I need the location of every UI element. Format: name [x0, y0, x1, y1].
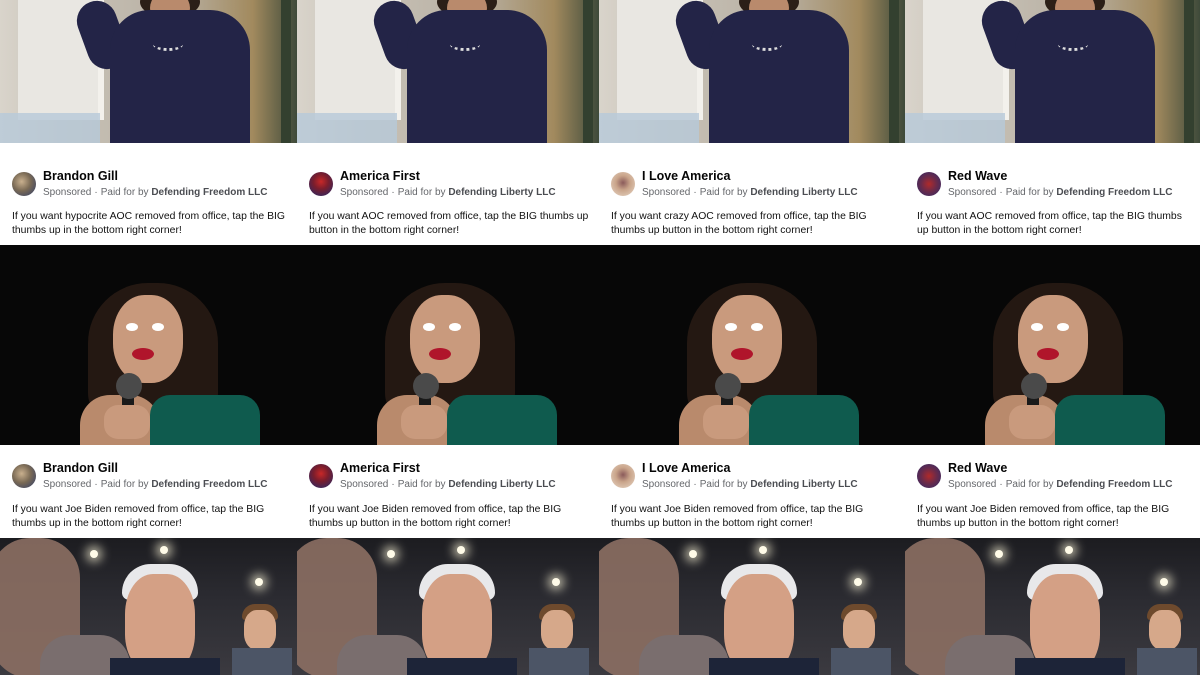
page-name[interactable]: Red Wave: [948, 460, 1172, 476]
sponsored-label: Sponsored: [340, 479, 389, 490]
sponsored-line: Sponsored · Paid for by Defending Freedom …: [948, 187, 1173, 198]
sponsored-line: Sponsored · Paid for by Defending Liberty …: [340, 187, 556, 198]
sponsored-label: Sponsored: [642, 479, 691, 490]
sponsored-label: Sponsored: [948, 187, 997, 198]
page-avatar[interactable]: [917, 172, 941, 196]
page-avatar[interactable]: [917, 464, 941, 488]
page-avatar[interactable]: [611, 172, 635, 196]
paid-for-label: Paid for by: [100, 479, 149, 490]
payer-name: Defending Freedom LLC: [151, 479, 268, 490]
ad-text: If you want Joe Biden removed from offic…: [611, 504, 864, 529]
payer-name: Defending Freedom LLC: [1056, 479, 1173, 490]
ad-image-aoc-microphone: [0, 245, 297, 445]
sponsored-label: Sponsored: [340, 187, 389, 198]
ad-image-biden-crowd: [905, 538, 1200, 675]
sponsored-label: Sponsored: [43, 187, 92, 198]
page-avatar[interactable]: [611, 464, 635, 488]
page-name[interactable]: Red Wave: [948, 168, 1172, 184]
payer-name: Defending Liberty LLC: [448, 187, 556, 198]
ad-card: America First Sponsored · Paid for by Defe…: [297, 143, 599, 245]
ad-image-biden-crowd: [297, 538, 599, 675]
sponsored-line: Sponsored · Paid for by Defending Freedom …: [948, 479, 1173, 490]
page-name[interactable]: America First: [340, 460, 556, 476]
ad-text: If you want AOC removed from office, tap…: [309, 211, 589, 236]
ad-text: If you want hypocrite AOC removed from o…: [12, 211, 285, 236]
sponsored-line: Sponsored · Paid for by Defending Liberty …: [642, 187, 858, 198]
paid-for-label: Paid for by: [699, 187, 748, 198]
sponsored-label: Sponsored: [43, 479, 92, 490]
ad-image-biden-crowd: [0, 538, 297, 675]
payer-name: Defending Liberty LLC: [448, 479, 556, 490]
ad-card: America First Sponsored · Paid for by Defe…: [297, 445, 599, 538]
page-name[interactable]: I Love America: [642, 460, 858, 476]
page-name[interactable]: America First: [340, 168, 556, 184]
ad-card: Brandon Gill Sponsored · Paid for by Defen…: [0, 143, 297, 245]
ad-image-aoc-waving: [0, 0, 297, 143]
paid-for-label: Paid for by: [397, 479, 446, 490]
page-name[interactable]: I Love America: [642, 168, 858, 184]
sponsored-label: Sponsored: [948, 479, 997, 490]
ad-collage: Brandon Gill Sponsored · Paid for by Defen…: [0, 0, 1200, 675]
paid-for-label: Paid for by: [100, 187, 149, 198]
payer-name: Defending Freedom LLC: [1056, 187, 1173, 198]
ad-image-aoc-waving: [297, 0, 599, 143]
page-avatar[interactable]: [309, 172, 333, 196]
ad-card: I Love America Sponsored · Paid for by Def…: [599, 445, 905, 538]
ad-text: If you want Joe Biden removed from offic…: [917, 504, 1170, 529]
payer-name: Defending Freedom LLC: [151, 187, 268, 198]
ad-card: I Love America Sponsored · Paid for by Def…: [599, 143, 905, 245]
ad-image-aoc-microphone: [905, 245, 1200, 445]
sponsored-line: Sponsored · Paid for by Defending Liberty …: [340, 479, 556, 490]
ad-column-1: Brandon Gill Sponsored · Paid for by Defen…: [0, 0, 297, 675]
payer-name: Defending Liberty LLC: [750, 479, 858, 490]
ad-text: If you want crazy AOC removed from offic…: [611, 211, 867, 236]
paid-for-label: Paid for by: [699, 479, 748, 490]
page-avatar[interactable]: [12, 464, 36, 488]
ad-image-aoc-waving: [599, 0, 905, 143]
sponsored-line: Sponsored · Paid for by Defending Freedom …: [43, 187, 268, 198]
sponsored-label: Sponsored: [642, 187, 691, 198]
ad-column-3: I Love America Sponsored · Paid for by Def…: [599, 0, 905, 675]
page-avatar[interactable]: [12, 172, 36, 196]
paid-for-label: Paid for by: [397, 187, 446, 198]
ad-column-4: Red Wave Sponsored · Paid for by Defending…: [905, 0, 1200, 675]
ad-card: Red Wave Sponsored · Paid for by Defending…: [905, 143, 1200, 245]
ad-text: If you want Joe Biden removed from offic…: [309, 504, 562, 529]
ad-column-2: America First Sponsored · Paid for by Defe…: [297, 0, 599, 675]
ad-text: If you want Joe Biden removed from offic…: [12, 504, 265, 529]
sponsored-line: Sponsored · Paid for by Defending Freedom …: [43, 479, 268, 490]
ad-image-aoc-waving: [905, 0, 1200, 143]
ad-card: Brandon Gill Sponsored · Paid for by Defen…: [0, 445, 297, 538]
page-name[interactable]: Brandon Gill: [43, 168, 267, 184]
ad-image-biden-crowd: [599, 538, 905, 675]
sponsored-line: Sponsored · Paid for by Defending Liberty …: [642, 479, 858, 490]
payer-name: Defending Liberty LLC: [750, 187, 858, 198]
ad-card: Red Wave Sponsored · Paid for by Defending…: [905, 445, 1200, 538]
page-name[interactable]: Brandon Gill: [43, 460, 267, 476]
ad-text: If you want AOC removed from office, tap…: [917, 211, 1182, 236]
ad-image-aoc-microphone: [599, 245, 905, 445]
paid-for-label: Paid for by: [1005, 187, 1054, 198]
page-avatar[interactable]: [309, 464, 333, 488]
paid-for-label: Paid for by: [1005, 479, 1054, 490]
ad-image-aoc-microphone: [297, 245, 599, 445]
